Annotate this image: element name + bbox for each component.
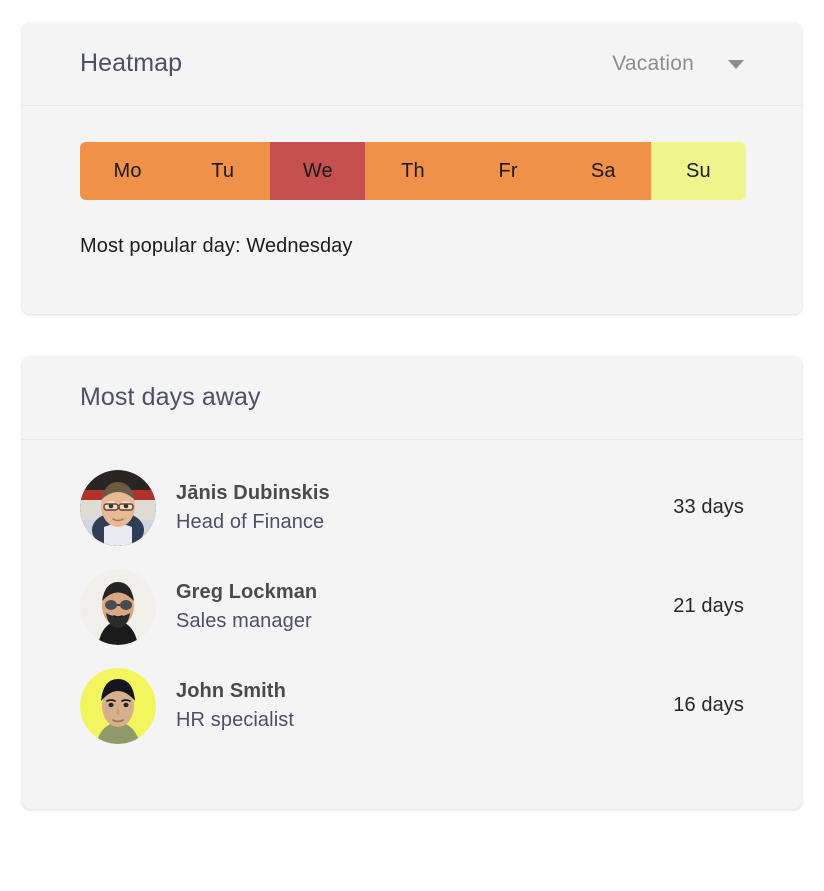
list-item[interactable]: Jānis Dubinskis Head of Finance 33 days <box>22 458 802 557</box>
heatmap-cell-mo[interactable]: Mo <box>80 142 175 200</box>
heatmap-cell-label: Sa <box>591 160 616 183</box>
heatmap-card-header: Heatmap Vacation <box>22 22 802 106</box>
heatmap-cell-label: Fr <box>498 160 517 183</box>
heatmap-card: Heatmap Vacation Mo Tu We Th <box>22 22 802 314</box>
heatmap-card-body: Mo Tu We Th Fr Sa Su <box>22 106 802 314</box>
most-popular-day-caption: Most popular day: Wednesday <box>80 235 744 258</box>
heatmap-cell-label: Tu <box>211 160 234 183</box>
heatmap-cell-su[interactable]: Su <box>651 142 746 200</box>
most-days-away-title: Most days away <box>80 383 261 412</box>
person-days-count: 21 days <box>673 595 744 618</box>
person-role: Head of Finance <box>176 511 330 534</box>
list-item[interactable]: Greg Lockman Sales manager 21 days <box>22 557 802 656</box>
heatmap-cell-th[interactable]: Th <box>365 142 460 200</box>
people-list: Jānis Dubinskis Head of Finance 33 days <box>22 440 802 809</box>
vacation-filter-value: Vacation <box>612 52 694 76</box>
chevron-down-icon[interactable] <box>728 60 744 69</box>
heatmap-cell-tu[interactable]: Tu <box>175 142 270 200</box>
most-days-away-card: Most days away <box>22 356 802 809</box>
person-role: Sales manager <box>176 610 317 633</box>
person-name: Jānis Dubinskis <box>176 482 330 505</box>
person-role: HR specialist <box>176 709 294 732</box>
person-name: John Smith <box>176 680 294 703</box>
page-title: Heatmap <box>80 49 182 78</box>
heatmap-cell-we[interactable]: We <box>270 142 365 200</box>
person-name: Greg Lockman <box>176 581 317 604</box>
most-days-away-header: Most days away <box>22 356 802 440</box>
vacation-filter-dropdown[interactable]: Vacation <box>612 52 744 76</box>
person-info: John Smith HR specialist <box>176 680 294 732</box>
heatmap-cell-sa[interactable]: Sa <box>556 142 651 200</box>
heatmap-cell-fr[interactable]: Fr <box>461 142 556 200</box>
heatmap-cell-label: We <box>303 160 333 183</box>
heatmap-cell-label: Mo <box>113 160 141 183</box>
heatmap-week-bar: Mo Tu We Th Fr Sa Su <box>80 142 746 200</box>
person-days-count: 16 days <box>673 694 744 717</box>
person-info: Jānis Dubinskis Head of Finance <box>176 482 330 534</box>
list-item[interactable]: John Smith HR specialist 16 days <box>22 656 802 755</box>
card-spacer <box>22 314 802 356</box>
person-days-count: 33 days <box>673 496 744 519</box>
avatar <box>80 569 156 645</box>
page-root: Heatmap Vacation Mo Tu We Th <box>0 0 824 891</box>
heatmap-cell-label: Th <box>401 160 425 183</box>
person-info: Greg Lockman Sales manager <box>176 581 317 633</box>
avatar <box>80 470 156 546</box>
heatmap-cell-label: Su <box>686 160 711 183</box>
avatar <box>80 668 156 744</box>
